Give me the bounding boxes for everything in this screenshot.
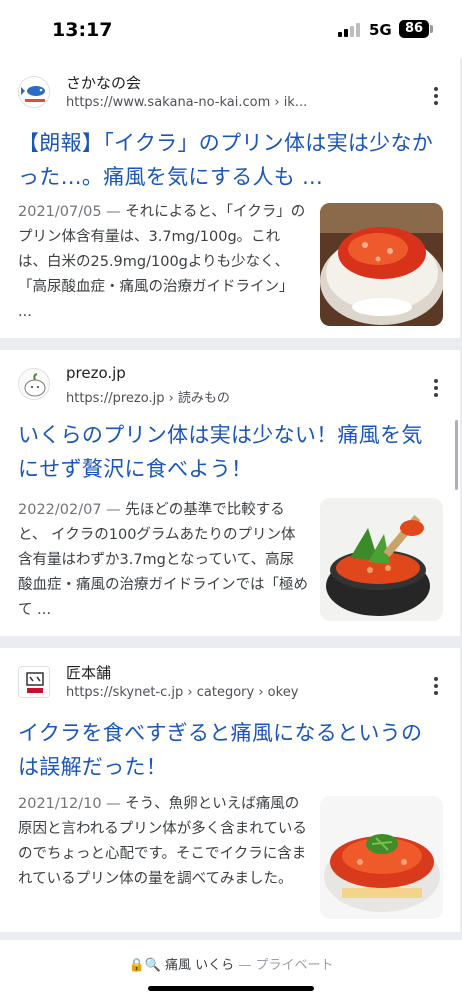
more-options-icon[interactable] [426, 676, 446, 696]
ikura-donburi-icon[interactable] [320, 796, 443, 919]
character-logo-icon [18, 368, 50, 400]
signal-strength-icon [338, 23, 362, 37]
address-bar[interactable]: 🔒🔍 痛風 いくら — プライベート [0, 940, 462, 1000]
search-icon: 🔍 [144, 958, 161, 973]
result-snippet: 2021/07/05 — それによると、「イクラ」のプリン体含有量は、3.7mg… [18, 200, 308, 325]
result-snippet-text: 先ほどの基準で比較すると、 イクラの100グラムあたりのプリン体含有量はわずか3… [18, 502, 308, 618]
result-date: 2021/07/05 — [18, 204, 121, 220]
result-title-link[interactable]: イクラを食べすぎると痛風になるというのは誤解だった！ [18, 716, 438, 784]
search-result-card[interactable]: 匠本舗 https://skynet-c.jp › category › oke… [0, 648, 460, 932]
more-options-icon[interactable] [426, 86, 446, 106]
search-result-card[interactable]: さかなの会 https://www.sakana-no-kai.com › ik… [0, 58, 460, 338]
more-options-icon[interactable] [426, 378, 446, 398]
fish-logo-icon [18, 76, 50, 108]
site-name[interactable]: prezo.jp [66, 364, 126, 382]
private-mode-label: — プライベート [238, 958, 334, 973]
site-name[interactable]: 匠本舗 [66, 662, 111, 683]
search-query-text: 痛風 いくら [165, 958, 235, 973]
result-snippet: 2021/12/10 — そう、魚卵といえば痛風の原因と言われるプリン体が多く含… [18, 792, 308, 892]
site-name[interactable]: さかなの会 [66, 72, 141, 93]
site-url[interactable]: https://prezo.jp › 読みもの [66, 387, 230, 406]
search-query-display[interactable]: 🔒🔍 痛風 いくら — プライベート [0, 954, 462, 973]
scrollbar[interactable] [455, 420, 458, 490]
site-url[interactable]: https://skynet-c.jp › category › okey [66, 685, 298, 700]
shop-logo-icon [18, 666, 50, 698]
battery-tip [430, 25, 433, 33]
ikura-spoon-bowl-icon[interactable] [320, 498, 443, 621]
result-title-link[interactable]: いくらのプリン体は実は少ない！痛風を気にせず贅沢に食べよう！ [18, 418, 438, 486]
result-title-link[interactable]: 【朗報】「イクラ」のプリン体は実は少なかった…。痛風を気にする人も ... [18, 126, 438, 194]
ikura-rice-bowl-icon[interactable] [320, 203, 443, 326]
network-type: 5G [369, 21, 392, 39]
result-snippet: 2022/02/07 — 先ほどの基準で比較すると、 イクラの100グラムあたり… [18, 498, 308, 623]
result-snippet-text: それによると、「イクラ」のプリン体含有量は、3.7mg/100g。これは、白米の… [18, 204, 306, 320]
status-bar: 13:17 5G 86 [0, 0, 462, 58]
search-result-card[interactable]: prezo.jp https://prezo.jp › 読みもの いくらのプリン… [0, 350, 460, 636]
site-url[interactable]: https://www.sakana-no-kai.com › ik... [66, 95, 307, 110]
clock: 13:17 [52, 19, 113, 41]
result-date: 2021/12/10 — [18, 796, 121, 812]
result-date: 2022/02/07 — [18, 502, 121, 518]
lock-icon: 🔒 [128, 958, 145, 973]
home-indicator[interactable] [148, 986, 314, 991]
battery-icon: 86 [399, 20, 429, 38]
